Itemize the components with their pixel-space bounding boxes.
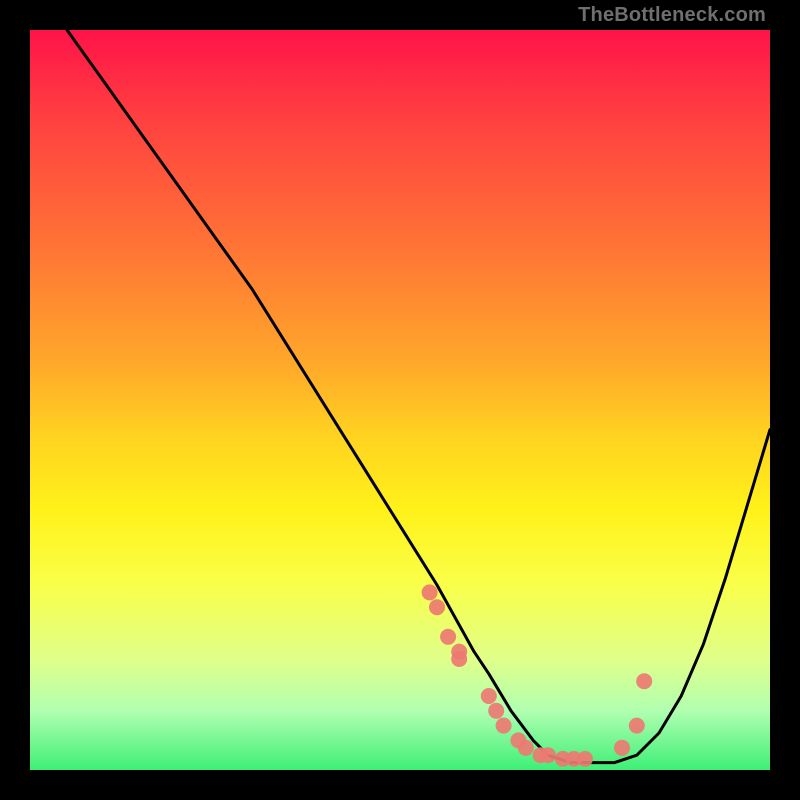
data-point-marker bbox=[518, 740, 534, 756]
data-point-marker bbox=[440, 629, 456, 645]
plot-area bbox=[30, 30, 770, 770]
watermark-text: TheBottleneck.com bbox=[578, 4, 766, 27]
data-point-marker bbox=[451, 651, 467, 667]
data-point-marker bbox=[496, 718, 512, 734]
data-point-marker bbox=[540, 747, 556, 763]
chart-frame: TheBottleneck.com bbox=[0, 0, 800, 800]
data-point-marker bbox=[481, 688, 497, 704]
chart-svg bbox=[30, 30, 770, 770]
data-point-marker bbox=[629, 718, 645, 734]
bottleneck-curve bbox=[67, 30, 770, 763]
data-point-marker bbox=[577, 751, 593, 767]
data-point-marker bbox=[614, 740, 630, 756]
data-point-marker bbox=[488, 703, 504, 719]
data-point-marker bbox=[422, 584, 438, 600]
data-point-marker bbox=[636, 673, 652, 689]
data-point-marker bbox=[429, 599, 445, 615]
